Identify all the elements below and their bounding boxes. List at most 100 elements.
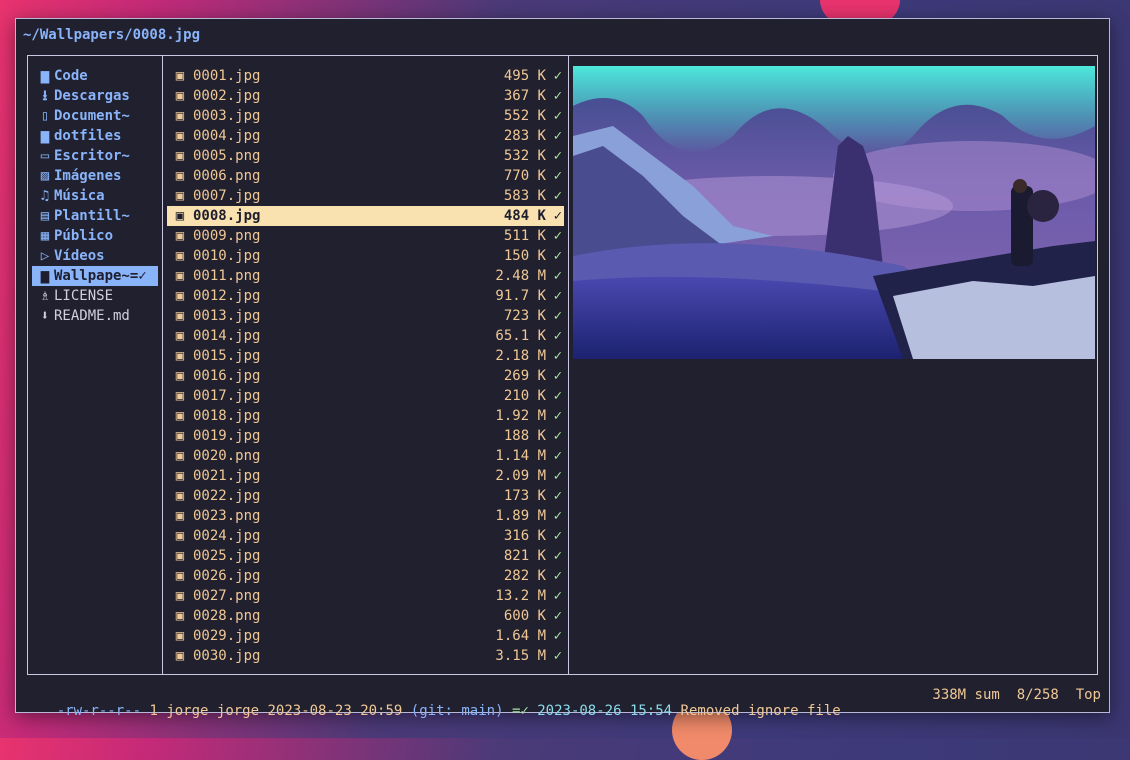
parent-dir-item[interactable]: ♫ Música	[32, 186, 158, 206]
folder-icon: ▆	[40, 128, 50, 144]
file-row[interactable]: ▣ 0020.png 1.14 M ✓	[167, 446, 564, 466]
parent-dir-item[interactable]: ▨ Imágenes	[32, 166, 158, 186]
file-row[interactable]: ▣ 0008.jpg 484 K ✓	[167, 206, 564, 226]
public-folder-icon: ▦	[40, 228, 50, 244]
git-clean-check-icon: ✓	[553, 108, 562, 124]
file-size: 1.14 M	[495, 448, 546, 464]
image-file-icon: ▣	[175, 328, 185, 344]
file-row[interactable]: ▣ 0021.jpg 2.09 M ✓	[167, 466, 564, 486]
status-line: -rw-r--r-- 1 jorge jorge 2023-08-23 20:5…	[23, 687, 841, 735]
file-row[interactable]: ▣ 0003.jpg 552 K ✓	[167, 106, 564, 126]
file-size: 210 K	[503, 388, 546, 404]
parent-dir-label: Plantill~	[54, 208, 130, 224]
parent-dir-item[interactable]: ▯ Document~	[32, 106, 158, 126]
file-name: 0012.jpg	[193, 288, 261, 304]
current-directory-pane[interactable]: ▣ 0001.jpg 495 K ✓ ▣ 0002.jpg 367 K ✓ ▣ 0003.jpg 5…	[163, 56, 569, 674]
file-row[interactable]: ▣ 0009.png 511 K ✓	[167, 226, 564, 246]
file-row[interactable]: ▣ 0019.jpg 188 K ✓	[167, 426, 564, 446]
image-file-icon: ▣	[175, 508, 185, 524]
pictures-folder-icon: ▨	[40, 168, 50, 184]
file-row[interactable]: ▣ 0013.jpg 723 K ✓	[167, 306, 564, 326]
folder-icon: ▆	[40, 268, 50, 284]
file-name: 0005.png	[193, 148, 261, 164]
preview-pane	[569, 56, 1097, 674]
file-name: 0010.jpg	[193, 248, 261, 264]
parent-dir-item[interactable]: ▭ Escritor~	[32, 146, 158, 166]
parent-dir-item[interactable]: ▆ Wallpape~=✓	[32, 266, 158, 286]
parent-dir-item[interactable]: ⭳ Descargas	[32, 86, 158, 106]
current-path: ~/Wallpapers/0008.jpg	[23, 27, 201, 43]
parent-dir-label: Escritor~	[54, 148, 130, 164]
folder-icon: ▆	[40, 68, 50, 84]
file-name: 0029.jpg	[193, 628, 261, 644]
file-row[interactable]: ▣ 0002.jpg 367 K ✓	[167, 86, 564, 106]
file-size: 3.15 M	[495, 648, 546, 664]
git-clean-check-icon: ✓	[553, 348, 562, 364]
git-clean-check-icon: ✓	[553, 408, 562, 424]
file-row[interactable]: ▣ 0030.jpg 3.15 M ✓	[167, 646, 564, 666]
git-clean-check-icon: ✓	[553, 608, 562, 624]
file-size: 821 K	[503, 548, 546, 564]
music-folder-icon: ♫	[40, 188, 50, 204]
file-name: 0006.png	[193, 168, 261, 184]
file-row[interactable]: ▣ 0024.jpg 316 K ✓	[167, 526, 564, 546]
file-row[interactable]: ▣ 0015.jpg 2.18 M ✓	[167, 346, 564, 366]
file-row[interactable]: ▣ 0010.jpg 150 K ✓	[167, 246, 564, 266]
file-row[interactable]: ▣ 0017.jpg 210 K ✓	[167, 386, 564, 406]
file-size: 532 K	[503, 148, 546, 164]
parent-dir-item[interactable]: ▆ Code	[32, 66, 158, 86]
videos-folder-icon: ▷	[40, 248, 50, 264]
git-state: =✓	[511, 703, 529, 719]
git-clean-check-icon: ✓	[553, 188, 562, 204]
git-clean-check-icon: ✓	[553, 168, 562, 184]
file-name: 0017.jpg	[193, 388, 261, 404]
parent-dir-item[interactable]: ⬇ README.md	[32, 306, 158, 326]
file-row[interactable]: ▣ 0016.jpg 269 K ✓	[167, 366, 564, 386]
image-file-icon: ▣	[175, 168, 185, 184]
file-size: 13.2 M	[495, 588, 546, 604]
file-row[interactable]: ▣ 0022.jpg 173 K ✓	[167, 486, 564, 506]
parent-dir-item[interactable]: ▦ Público	[32, 226, 158, 246]
file-row[interactable]: ▣ 0006.png 770 K ✓	[167, 166, 564, 186]
image-file-icon: ▣	[175, 288, 185, 304]
parent-dir-label: Música	[54, 188, 105, 204]
git-clean-check-icon: ✓	[553, 428, 562, 444]
file-row[interactable]: ▣ 0001.jpg 495 K ✓	[167, 66, 564, 86]
templates-folder-icon: ▤	[40, 208, 50, 224]
file-row[interactable]: ▣ 0012.jpg 91.7 K ✓	[167, 286, 564, 306]
file-row[interactable]: ▣ 0011.png 2.48 M ✓	[167, 266, 564, 286]
file-name: 0015.jpg	[193, 348, 261, 364]
file-row[interactable]: ▣ 0027.png 13.2 M ✓	[167, 586, 564, 606]
file-row[interactable]: ▣ 0026.jpg 282 K ✓	[167, 566, 564, 586]
file-permissions: -rw-r--r--	[56, 703, 142, 719]
file-row[interactable]: ▣ 0014.jpg 65.1 K ✓	[167, 326, 564, 346]
parent-dir-label: Vídeos	[54, 248, 105, 264]
file-owner: jorge jorge	[166, 703, 260, 719]
parent-dir-item[interactable]: ▤ Plantill~	[32, 206, 158, 226]
image-file-icon: ▣	[175, 548, 185, 564]
file-name: 0020.png	[193, 448, 261, 464]
file-row[interactable]: ▣ 0007.jpg 583 K ✓	[167, 186, 564, 206]
file-size: 316 K	[503, 528, 546, 544]
image-file-icon: ▣	[175, 108, 185, 124]
git-clean-check-icon: ✓	[553, 208, 562, 224]
parent-dir-item[interactable]: ▆ dotfiles	[32, 126, 158, 146]
file-row[interactable]: ▣ 0023.png 1.89 M ✓	[167, 506, 564, 526]
image-file-icon: ▣	[175, 228, 185, 244]
file-row[interactable]: ▣ 0004.jpg 283 K ✓	[167, 126, 564, 146]
file-row[interactable]: ▣ 0028.png 600 K ✓	[167, 606, 564, 626]
file-size: 173 K	[503, 488, 546, 504]
file-row[interactable]: ▣ 0018.jpg 1.92 M ✓	[167, 406, 564, 426]
parent-dir-item[interactable]: ▷ Vídeos	[32, 246, 158, 266]
file-row[interactable]: ▣ 0029.jpg 1.64 M ✓	[167, 626, 564, 646]
file-size: 600 K	[503, 608, 546, 624]
parent-dir-item[interactable]: ♗ LICENSE	[32, 286, 158, 306]
parent-directory-pane[interactable]: ▆ Code ⭳ Descargas ▯ Document~ ▆ dotfiles ▭ Escri…	[28, 56, 163, 674]
file-size: 367 K	[503, 88, 546, 104]
file-row[interactable]: ▣ 0005.png 532 K ✓	[167, 146, 564, 166]
status-right: 338M sum 8/258 Top	[932, 687, 1101, 703]
file-row[interactable]: ▣ 0025.jpg 821 K ✓	[167, 546, 564, 566]
file-name: 0002.jpg	[193, 88, 261, 104]
terminal-window: ~/Wallpapers/0008.jpg ▆ Code ⭳ Descargas ▯ Do…	[15, 18, 1110, 719]
desktop-folder-icon: ▭	[40, 148, 50, 164]
